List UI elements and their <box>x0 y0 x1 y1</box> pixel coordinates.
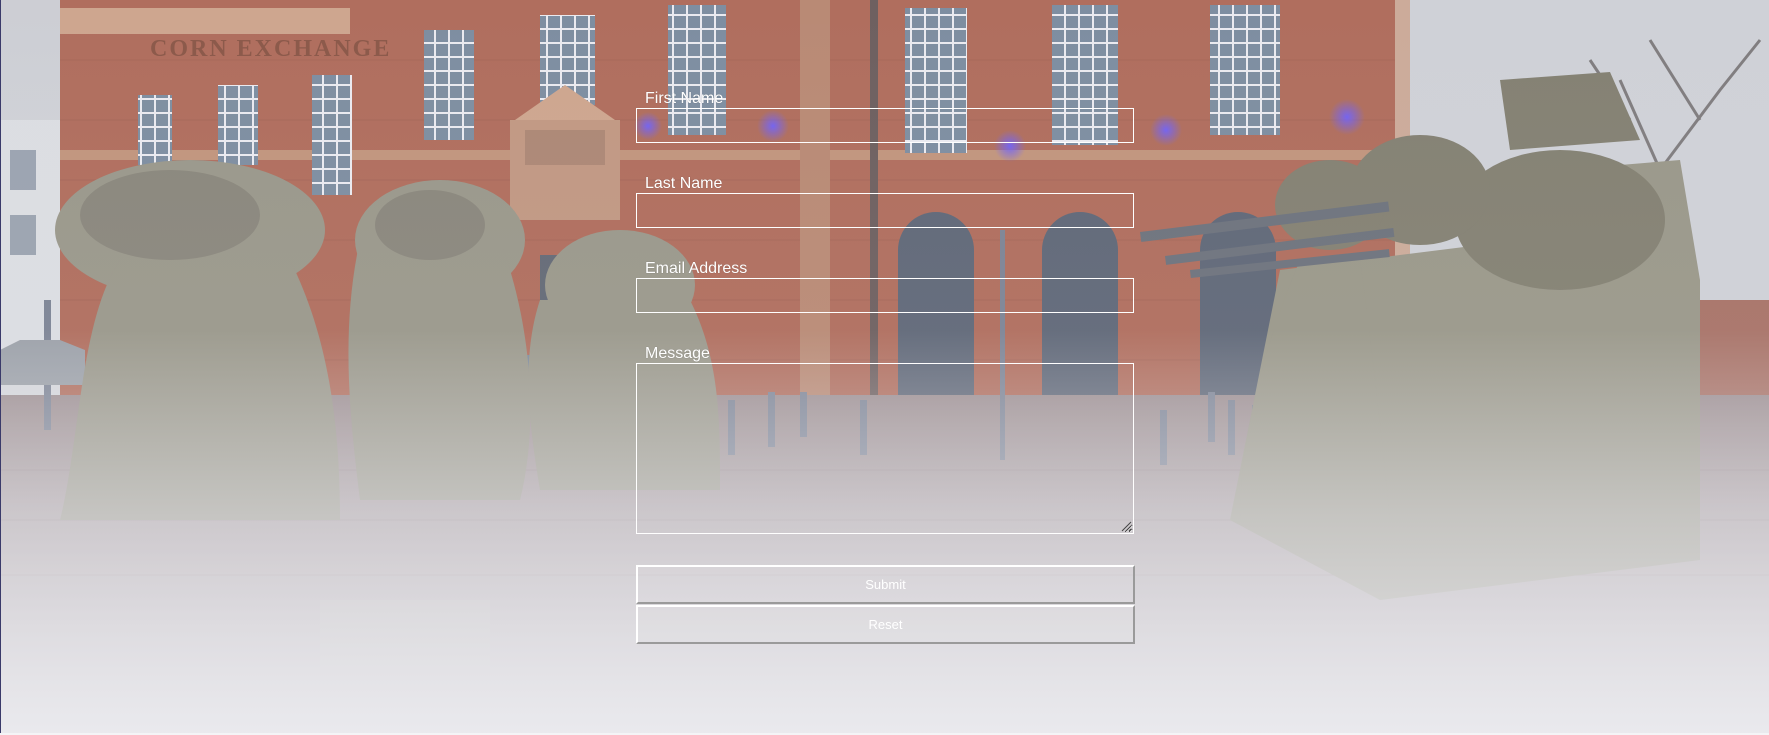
message-label: Message <box>645 345 710 362</box>
reset-button[interactable]: Reset <box>636 605 1135 644</box>
message-textarea[interactable] <box>636 363 1134 534</box>
last-name-label: Last Name <box>645 175 723 192</box>
left-edge-line <box>0 0 1 733</box>
last-name-input[interactable] <box>636 193 1134 228</box>
message-area-wrapper <box>636 363 1134 534</box>
first-name-label: First Name <box>645 90 724 107</box>
email-label: Email Address <box>645 260 748 277</box>
submit-button[interactable]: Submit <box>636 565 1135 604</box>
first-name-input[interactable] <box>636 108 1134 143</box>
email-input[interactable] <box>636 278 1134 313</box>
page: CORN EXCHANGE <box>0 0 1769 735</box>
